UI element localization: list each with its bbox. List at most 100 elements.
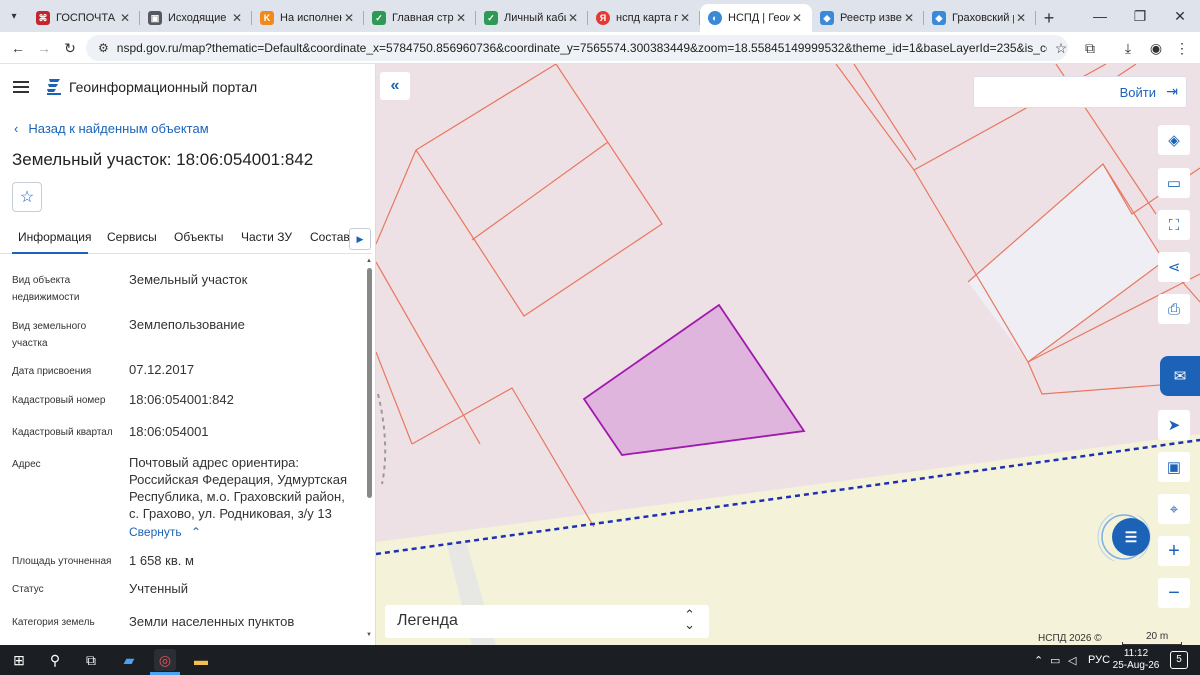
field-value: 18:06:054001:842 (129, 392, 234, 407)
restore-window-icon[interactable]: ❐ (1120, 0, 1160, 32)
login-button[interactable]: Войти ⇥ (973, 76, 1187, 108)
select-area-icon[interactable]: ⛶ (1158, 210, 1190, 240)
map-canvas[interactable]: « Войти ⇥ ◈ ▭ ⛶ ⋖ ⎙ ✉ ➤ ▣ ⌖ + − ☰ Легенд… (376, 64, 1200, 645)
network-icon[interactable]: ▭ (1050, 654, 1060, 667)
expand-toggle-icon[interactable]: ⌃ ⌄ (684, 608, 695, 631)
browser-tab[interactable]: Янспд карта пу✕ (588, 4, 700, 32)
field-label: Дата присвоения (12, 366, 92, 377)
browser-tab[interactable]: ◆Реестр извещ✕ (812, 4, 924, 32)
bookmark-star-icon[interactable]: ☆ (1055, 40, 1068, 57)
minimap-icon[interactable]: ▣ (1158, 452, 1190, 482)
scroll-down-icon[interactable]: ▼ (365, 632, 373, 638)
browser-tab[interactable]: ✓Главная стран✕ (364, 4, 476, 32)
tab-information[interactable]: Информация (18, 230, 91, 244)
new-tab-icon[interactable]: + (1036, 4, 1062, 32)
extensions-icon[interactable]: ⧉ (1080, 38, 1100, 58)
field-value: 07.12.2017 (129, 362, 195, 377)
browser-tab[interactable]: ⌘ ГОСПОЧТА ✕ (28, 4, 140, 32)
close-tab-icon[interactable]: ✕ (678, 11, 692, 25)
close-tab-icon[interactable]: ✕ (230, 11, 244, 25)
favorite-button[interactable]: ☆ (12, 182, 42, 212)
zoom-in-icon[interactable]: + (1158, 536, 1190, 566)
scroll-thumb[interactable] (367, 268, 372, 498)
browser-tab-active[interactable]: ◐НСПД | Геоин✕ (700, 4, 812, 32)
scroll-up-icon[interactable]: ▲ (365, 258, 373, 264)
geo-search-icon[interactable]: ⌖ (1158, 494, 1190, 524)
field-label: Вид объекта недвижимости (12, 275, 80, 303)
tray-up-icon[interactable]: ⌃ (1034, 654, 1043, 667)
chevron-left-icon: ‹ (14, 121, 19, 136)
browser-tab[interactable]: ✓Личный кабин✕ (476, 4, 588, 32)
tab-services[interactable]: Сервисы (107, 230, 157, 244)
collapse-address-link[interactable]: Свернуть ⌃ (129, 524, 354, 541)
back-icon[interactable]: ← (8, 38, 28, 58)
trail-line (377, 393, 387, 485)
field-label: Кадастровый номер (12, 395, 106, 406)
url-field[interactable]: ⚙ nspd.gov.ru/map?thematic=Default&coord… (86, 35, 1068, 61)
back-link-label: Назад к найденным объектам (28, 121, 209, 136)
url-text: nspd.gov.ru/map?thematic=Default&coordin… (116, 41, 1047, 55)
tab-list-dropdown-icon[interactable]: ▾ (0, 0, 28, 32)
tab-parcel-parts[interactable]: Части ЗУ (241, 230, 292, 244)
layers-icon[interactable]: ◈ (1158, 125, 1190, 155)
map-layers (376, 64, 1200, 645)
tab-objects[interactable]: Объекты (174, 230, 224, 244)
minimize-window-icon[interactable]: — (1080, 0, 1120, 32)
search-icon[interactable]: ⚲ (44, 649, 66, 671)
clock-date: 25-Aug-26 (1112, 660, 1160, 671)
close-tab-icon[interactable]: ✕ (454, 11, 468, 25)
windows-start-icon[interactable]: ⊞ (8, 649, 30, 671)
close-tab-icon[interactable]: ✕ (790, 11, 804, 25)
collapse-panel-icon[interactable]: « (380, 72, 410, 100)
close-tab-icon[interactable]: ✕ (902, 11, 916, 25)
portal-logo-icon (47, 79, 61, 95)
copyright-label: НСПД 2026 © (1038, 633, 1102, 644)
reload-icon[interactable]: ↻ (60, 38, 80, 58)
share-icon[interactable]: ⋖ (1158, 252, 1190, 282)
explorer-icon[interactable]: ▬ (190, 649, 212, 671)
browser-tab[interactable]: ◆ Граховский р ✕ (924, 4, 1036, 32)
field-value: Земельный участок (129, 272, 248, 287)
field-value: Землепользование (129, 317, 245, 332)
chat-button[interactable]: ☰ (1112, 518, 1150, 556)
tab-composition[interactable]: Состав (310, 230, 350, 244)
chrome-icon[interactable]: ◎ (154, 649, 176, 671)
clock[interactable]: 11:12 25-Aug-26 (1112, 648, 1160, 672)
panel-scrollbar[interactable]: ▲ ▼ (365, 258, 373, 645)
notifications-icon[interactable]: 5 (1170, 651, 1188, 669)
home-site-icon: ✓ (372, 11, 386, 25)
download-icon[interactable]: ⤓ (1118, 38, 1138, 58)
volume-icon[interactable]: ◁ (1068, 654, 1076, 667)
close-tab-icon[interactable]: ✕ (1014, 11, 1028, 25)
field-label: Адрес (12, 459, 41, 470)
close-tab-icon[interactable]: ✕ (342, 11, 356, 25)
gosmail-icon: ⌘ (36, 11, 50, 25)
browser-tab[interactable]: ▣ Исходящие ✕ (140, 4, 252, 32)
close-tab-icon[interactable]: ✕ (566, 11, 580, 25)
menu-icon[interactable] (13, 81, 29, 93)
ruler-icon[interactable]: ▭ (1158, 168, 1190, 198)
browser-menu-icon[interactable]: ⋮ (1172, 38, 1192, 58)
forward-icon[interactable]: → (34, 38, 54, 58)
zoom-out-icon[interactable]: − (1158, 578, 1190, 608)
close-window-icon[interactable]: ✕ (1160, 0, 1200, 32)
task-view-icon[interactable]: ⧉ (80, 649, 102, 671)
language-indicator[interactable]: РУС (1088, 654, 1110, 666)
tabs-scroll-right-icon[interactable]: ▶ (349, 228, 371, 250)
app-tool-icon[interactable]: ▰ (118, 649, 140, 671)
close-tab-icon[interactable]: ✕ (118, 11, 132, 25)
browser-tab[interactable]: KНа исполнени✕ (252, 4, 364, 32)
back-to-results-link[interactable]: ‹ Назад к найденным объектам (14, 121, 209, 136)
site-info-icon[interactable]: ⚙ (98, 41, 109, 55)
selected-parcel[interactable] (582, 303, 806, 456)
field-label: Кадастровый квартал (12, 427, 113, 438)
white-parcel (968, 164, 1164, 362)
field-label: Площадь уточненная (12, 556, 112, 567)
legend-panel[interactable]: Легенда ⌃ ⌄ (385, 605, 709, 638)
profile-icon[interactable]: ◉ (1146, 38, 1166, 58)
object-info-panel: Геоинформационный портал ‹ Назад к найден… (0, 64, 376, 645)
print-icon[interactable]: ⎙ (1158, 294, 1190, 324)
object-title: Земельный участок: 18:06:054001:842 (12, 150, 314, 169)
locate-icon[interactable]: ➤ (1158, 410, 1190, 440)
help-icon[interactable]: ✉ (1160, 356, 1200, 396)
